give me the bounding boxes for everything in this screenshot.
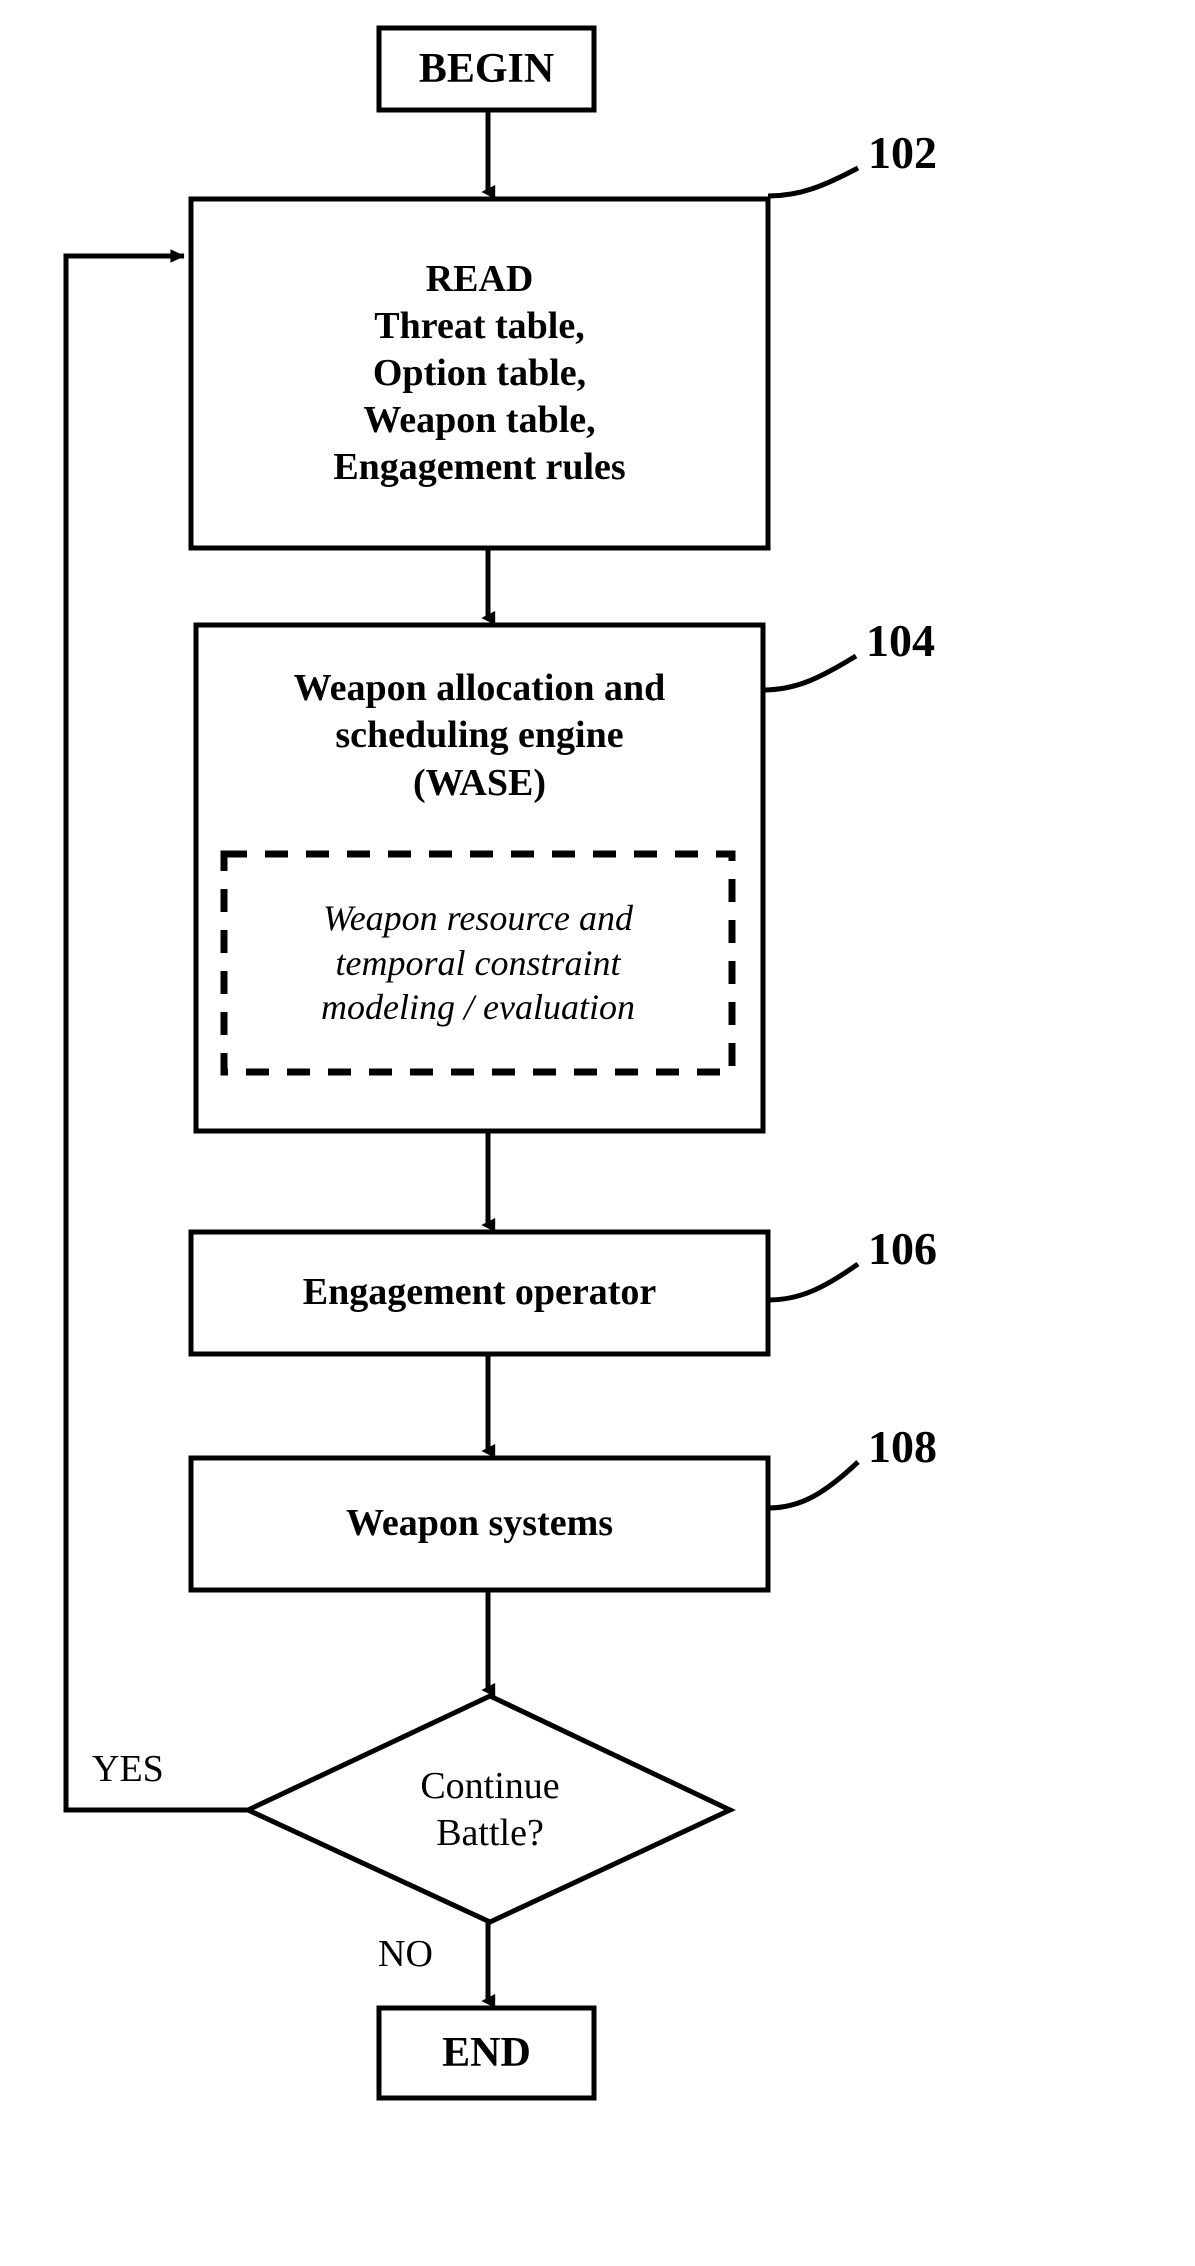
reference-numeral-108: 108: [868, 1421, 937, 1472]
weapon-systems-box: [188, 1455, 771, 1593]
wase-inner-dashed-box: [220, 850, 736, 1076]
flowchart-page: BEGIN READ Threat table, Option table, W…: [0, 0, 1195, 2266]
end-box: [376, 2005, 597, 2101]
reference-numeral-106: 106: [868, 1223, 937, 1274]
read-box: [188, 196, 771, 551]
edge-label-yes: YES: [92, 1748, 164, 1790]
reference-numeral-102: 102: [868, 127, 937, 178]
engagement-operator-box: [188, 1229, 771, 1357]
leader-line-104: [762, 653, 858, 693]
reference-numeral-104: 104: [866, 615, 935, 666]
edge-label-no: NO: [378, 1933, 433, 1975]
flowchart-canvas: [63, 25, 860, 2101]
leader-line-108: [767, 1460, 860, 1511]
begin-box: [376, 25, 597, 113]
decision-diamond: [242, 1693, 736, 1925]
leader-line-102: [767, 165, 860, 199]
leader-line-106: [767, 1261, 860, 1303]
